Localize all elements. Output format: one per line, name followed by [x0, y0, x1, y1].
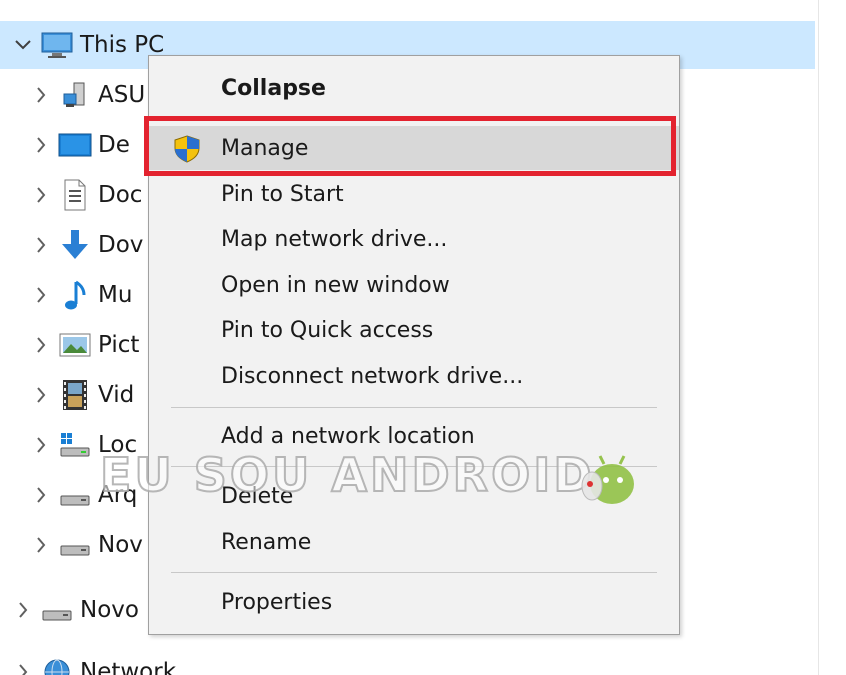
chevron-right-icon[interactable] [30, 125, 52, 165]
menu-separator [171, 572, 657, 573]
tree-item-label: Network [80, 659, 177, 675]
tree-item-downloads[interactable]: Dov [30, 225, 143, 265]
tree-item-label: Mu [98, 282, 133, 308]
videos-icon [58, 378, 92, 412]
menu-item-label: Pin to Start [221, 181, 344, 207]
chevron-right-icon[interactable] [30, 175, 52, 215]
context-menu: Collapse Manage Pin to Start Map network… [148, 55, 680, 635]
tree-item-label: Doc [98, 182, 143, 208]
file-explorer-navigation-pane: This PC ASU De Doc Dov Mu Pict Vid Loc A… [0, 0, 846, 675]
menu-item-label: Map network drive... [221, 226, 448, 252]
tree-item-label: Nov [98, 532, 143, 558]
chevron-down-icon[interactable] [12, 25, 34, 65]
chevron-right-icon[interactable] [12, 590, 34, 630]
menu-item-add-network-location[interactable]: Add a network location [149, 414, 679, 458]
menu-separator [171, 407, 657, 408]
menu-item-collapse[interactable]: Collapse [149, 66, 679, 110]
menu-item-pin-to-start[interactable]: Pin to Start [149, 172, 679, 216]
tree-item-pictures[interactable]: Pict [30, 325, 139, 365]
local-disk-icon [58, 428, 92, 462]
menu-item-map-network-drive[interactable]: Map network drive... [149, 217, 679, 261]
menu-item-properties[interactable]: Properties [149, 580, 679, 624]
menu-item-disconnect-network-drive[interactable]: Disconnect network drive... [149, 354, 679, 398]
tree-item-videos[interactable]: Vid [30, 375, 134, 415]
pc-icon [58, 78, 92, 112]
chevron-right-icon[interactable] [30, 325, 52, 365]
menu-item-label: Rename [221, 529, 312, 555]
tree-item-network[interactable]: Network [12, 652, 176, 675]
pane-divider[interactable] [818, 0, 819, 675]
tree-item-label: ASU [98, 82, 146, 108]
network-icon [40, 655, 74, 675]
menu-item-delete[interactable]: Delete [149, 474, 679, 518]
menu-item-label: Add a network location [221, 423, 475, 449]
menu-item-label: Manage [221, 135, 309, 161]
tree-item-drive-nov[interactable]: Nov [30, 525, 143, 565]
tree-item-desktop[interactable]: De [30, 125, 130, 165]
drive-icon [58, 478, 92, 512]
menu-item-label: Disconnect network drive... [221, 363, 524, 389]
tree-item-asus[interactable]: ASU [30, 75, 145, 115]
tree-item-music[interactable]: Mu [30, 275, 132, 315]
menu-item-manage[interactable]: Manage [149, 126, 679, 170]
computer-icon [40, 28, 74, 62]
chevron-right-icon[interactable] [12, 652, 34, 675]
menu-item-label: Pin to Quick access [221, 317, 434, 343]
tree-item-label: Vid [98, 382, 135, 408]
tree-item-label: Dov [98, 232, 144, 258]
tree-item-documents[interactable]: Doc [30, 175, 142, 215]
downloads-icon [58, 228, 92, 262]
chevron-right-icon[interactable] [30, 75, 52, 115]
shield-icon [173, 135, 201, 163]
tree-item-label: Arq [98, 482, 138, 508]
menu-item-open-in-new-window[interactable]: Open in new window [149, 263, 679, 307]
tree-item-label: Loc [98, 432, 138, 458]
tree-item-label: Novo [80, 597, 139, 623]
tree-item-label: De [98, 132, 130, 158]
drive-icon [58, 528, 92, 562]
music-icon [58, 278, 92, 312]
menu-item-label: Collapse [221, 75, 326, 101]
menu-item-rename[interactable]: Rename [149, 520, 679, 564]
tree-item-drive-novo[interactable]: Novo [12, 590, 139, 630]
chevron-right-icon[interactable] [30, 275, 52, 315]
chevron-right-icon[interactable] [30, 475, 52, 515]
menu-item-label: Properties [221, 589, 333, 615]
menu-item-label: Open in new window [221, 272, 450, 298]
tree-item-this-pc[interactable]: This PC [12, 25, 164, 65]
tree-item-drive-arq[interactable]: Arq [30, 475, 137, 515]
chevron-right-icon[interactable] [30, 525, 52, 565]
chevron-right-icon[interactable] [30, 375, 52, 415]
tree-item-local-disk[interactable]: Loc [30, 425, 137, 465]
drive-icon [40, 593, 74, 627]
menu-item-label: Delete [221, 483, 294, 509]
tree-item-label: Pict [98, 332, 140, 358]
desktop-icon [58, 128, 92, 162]
chevron-right-icon[interactable] [30, 225, 52, 265]
pictures-icon [58, 328, 92, 362]
chevron-right-icon[interactable] [30, 425, 52, 465]
documents-icon [58, 178, 92, 212]
menu-separator [171, 466, 657, 467]
menu-item-pin-to-quick-access[interactable]: Pin to Quick access [149, 308, 679, 352]
